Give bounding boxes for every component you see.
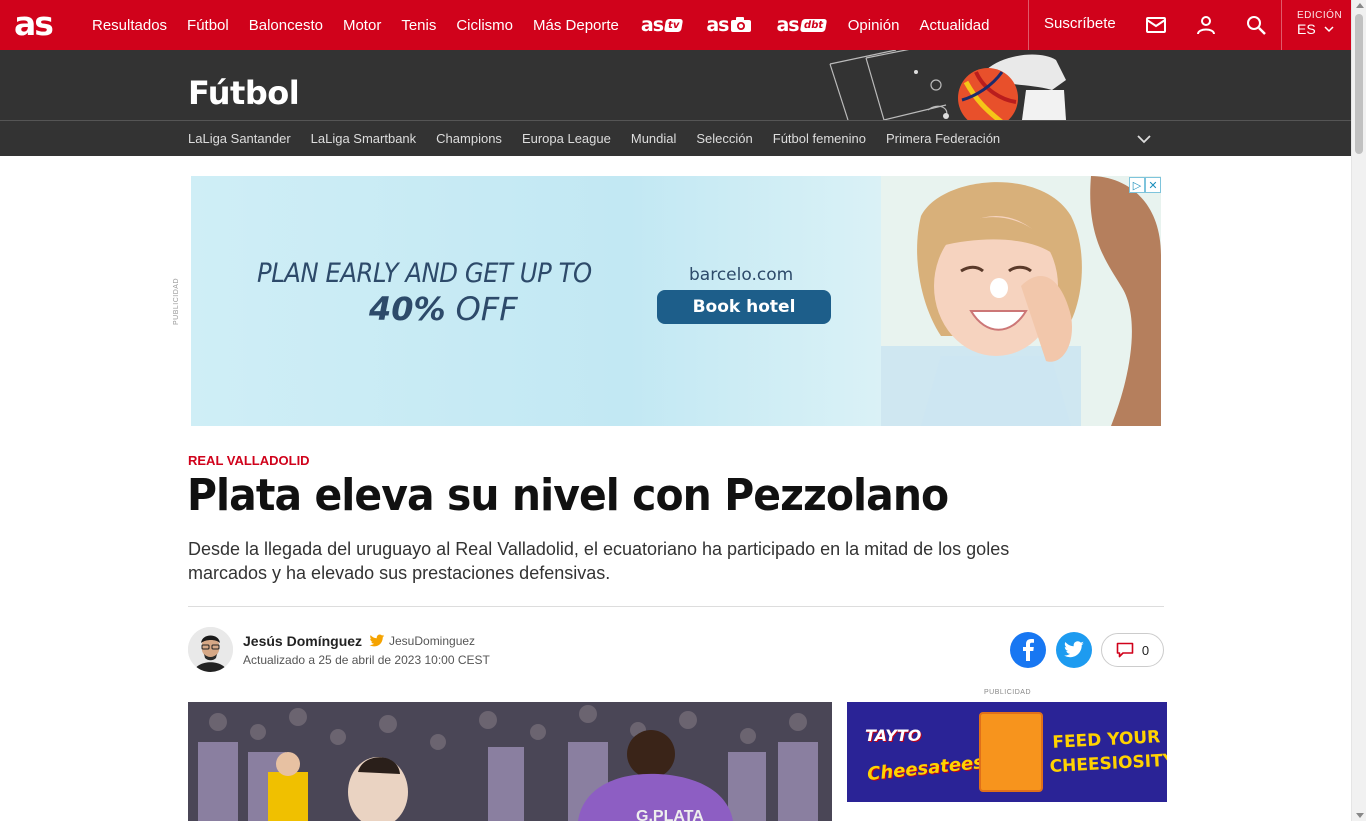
section-subnav: LaLiga Santander LaLiga Smartbank Champi… [0, 120, 1351, 156]
top-ad-banner[interactable]: PLAN EARLY AND GET UP TO 40% OFF barcelo.… [191, 176, 1161, 426]
subnav-europa-league[interactable]: Europa League [512, 131, 621, 146]
nav-item-ciclismo[interactable]: Ciclismo [446, 17, 523, 34]
nav-item-opinion[interactable]: Opinión [838, 17, 910, 34]
book-hotel-button[interactable]: Book hotel [657, 290, 831, 324]
subnav-seleccion[interactable]: Selección [686, 131, 762, 146]
article-kicker[interactable]: REAL VALLADOLID [188, 453, 310, 468]
as-foto-main: as [706, 14, 729, 36]
ad-label: PUBLICIDAD [984, 689, 1032, 696]
share-facebook-button[interactable] [1010, 632, 1046, 668]
avatar[interactable] [188, 627, 233, 672]
article-headline: Plata eleva su nivel con Pezzolano [187, 470, 949, 521]
as-dbt-link[interactable]: as dbt [764, 14, 837, 36]
nav-item-resultados[interactable]: Resultados [82, 17, 177, 34]
ad-brand-cheesatees: Cheesatees [866, 751, 985, 786]
page-scrollbar[interactable] [1351, 0, 1366, 821]
nav-item-actualidad[interactable]: Actualidad [909, 17, 999, 34]
nav-divider [1281, 0, 1282, 50]
football-pitch-illustration [829, 50, 1066, 120]
ad-offer: 40% OFF [369, 290, 518, 328]
nav-item-baloncesto[interactable]: Baloncesto [239, 17, 333, 34]
chips-bag-image [979, 712, 1043, 792]
nav-item-tenis[interactable]: Tenis [391, 17, 446, 34]
nav-divider [1028, 0, 1029, 50]
ad-info-icon[interactable]: ▷ [1129, 177, 1145, 193]
as-foto-link[interactable]: as [694, 14, 764, 36]
section-title[interactable]: Fútbol [188, 74, 300, 112]
facebook-icon [1023, 639, 1034, 661]
ad-percent: 40% [369, 290, 446, 328]
scroll-up-arrow[interactable] [1356, 3, 1364, 8]
edition-label: EDICIÓN [1297, 10, 1343, 21]
scroll-down-arrow[interactable] [1356, 813, 1364, 818]
chevron-down-icon [1324, 25, 1334, 32]
nav-item-futbol[interactable]: Fútbol [177, 17, 239, 34]
subnav-primera-federacion[interactable]: Primera Federación [876, 131, 1010, 146]
as-tv-sub: tv [663, 18, 684, 32]
subnav-laliga-santander[interactable]: LaLiga Santander [178, 131, 301, 146]
author-photo [188, 627, 233, 672]
edition-selector[interactable]: EDICIÓN ES [1297, 10, 1342, 37]
article-standfirst: Desde la llegada del uruguayo al Real Va… [188, 539, 1010, 583]
scroll-thumb[interactable] [1355, 14, 1363, 154]
ad-brand-tayto: TAYTO [865, 726, 922, 745]
twitter-icon [369, 634, 385, 647]
article-updated: Actualizado a 25 de abril de 2023 10:00 … [243, 653, 490, 667]
as-dbt-sub: dbt [799, 18, 827, 32]
subnav-futbol-femenino[interactable]: Fútbol femenino [763, 131, 876, 146]
comment-icon [1116, 642, 1134, 658]
section-header: Fútbol [0, 50, 1351, 120]
search-icon[interactable] [1244, 13, 1268, 37]
ad-photo-child [881, 176, 1161, 426]
user-icon[interactable] [1194, 13, 1218, 37]
as-dbt-main: as [776, 14, 799, 36]
twitter-handle-text: JesuDominguez [389, 634, 476, 648]
comments-button[interactable]: 0 [1101, 633, 1164, 667]
ad-choices[interactable]: ▷ ✕ [1129, 177, 1161, 193]
side-ad-banner[interactable]: TAYTO Cheesatees FEED YOUR CHEESIOSITY [847, 702, 1167, 802]
edition-value: ES [1297, 21, 1316, 37]
ad-slogan: FEED YOUR CHEESIOSITY [1049, 727, 1167, 778]
ad-headline: PLAN EARLY AND GET UP TO [257, 258, 592, 289]
subnav-champions[interactable]: Champions [426, 131, 512, 146]
top-navigation: as Resultados Fútbol Baloncesto Motor Te… [0, 0, 1351, 50]
as-logo[interactable]: as [14, 7, 64, 40]
divider [188, 606, 1164, 607]
share-twitter-button[interactable] [1056, 632, 1092, 668]
football-celebration-photo: G.PLATA [188, 702, 832, 821]
camera-icon [731, 17, 752, 32]
as-tv-main: as [640, 14, 664, 36]
ad-url: barcelo.com [689, 265, 794, 285]
author-name[interactable]: Jesús Domínguez [243, 633, 362, 649]
mail-icon[interactable] [1144, 13, 1168, 37]
nav-item-motor[interactable]: Motor [333, 17, 391, 34]
main-nav: Resultados Fútbol Baloncesto Motor Tenis… [82, 0, 1000, 50]
ad-label: PUBLICIDAD [173, 277, 180, 325]
close-icon[interactable]: ✕ [1145, 177, 1161, 193]
svg-text:G.PLATA: G.PLATA [636, 808, 704, 821]
subscribe-link[interactable]: Suscríbete [1044, 15, 1116, 32]
as-tv-link[interactable]: as tv [629, 14, 694, 36]
subnav-mundial[interactable]: Mundial [621, 131, 687, 146]
author-twitter-link[interactable]: JesuDominguez [369, 634, 475, 648]
article-main-image[interactable]: G.PLATA [188, 702, 832, 821]
chevron-down-icon[interactable] [1136, 131, 1152, 147]
ad-off: OFF [455, 290, 518, 328]
subnav-laliga-smartbank[interactable]: LaLiga Smartbank [301, 131, 427, 146]
comment-count: 0 [1141, 642, 1150, 658]
nav-item-mas-deporte[interactable]: Más Deporte [523, 17, 629, 34]
twitter-icon [1064, 641, 1084, 658]
